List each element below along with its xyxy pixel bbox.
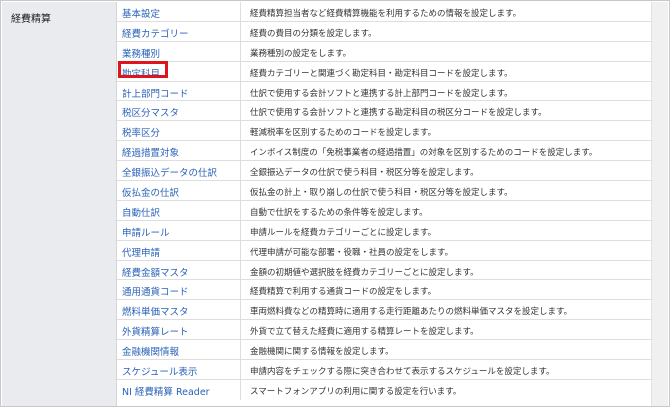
settings-frame: 経費精算 基本設定 経費精算担当者など経費精算機能を利用するための情報を設定しま… bbox=[0, 0, 670, 407]
settings-row: 計上部門コード 仕訳で使用する会計ソフトと連携する計上部門コードを設定します。 bbox=[117, 81, 651, 102]
settings-row: 業務種別 業務種別の設定をします。 bbox=[117, 41, 651, 62]
link-application-rules[interactable]: 申請ルール bbox=[122, 225, 170, 239]
settings-row: 経費カテゴリー 経費の費目の分類を設定します。 bbox=[117, 21, 651, 42]
link-auto-journal[interactable]: 自動仕訳 bbox=[122, 205, 160, 219]
row-description: 軽減税率を区別するためのコードを設定します。 bbox=[250, 128, 437, 139]
settings-row: 代理申請 代理申請が可能な部署・役職・社員の設定をします。 bbox=[117, 240, 651, 261]
row-description: 仮払金の計上・取り崩しの仕訳で使う科目・税区分等を設定します。 bbox=[250, 188, 513, 199]
row-description: 代理申請が可能な部署・役職・社員の設定をします。 bbox=[250, 247, 454, 258]
row-description: 経費カテゴリーと関連づく勘定科目・勘定科目コードを設定します。 bbox=[250, 68, 513, 79]
row-description: 外貨で立て替えた経費に適用する精算レートを設定します。 bbox=[250, 327, 479, 338]
scrollbar[interactable] bbox=[651, 2, 668, 406]
settings-row: 外貨精算レート 外貨で立て替えた経費に適用する精算レートを設定します。 bbox=[117, 320, 651, 341]
row-description: 自動で仕訳をするための条件等を設定します。 bbox=[250, 207, 428, 218]
row-description: 申請内容をチェックする際に突き合わせて表示するスケジュールを設定します。 bbox=[250, 367, 555, 378]
row-description: 申請ルールを経費カテゴリーごとに設定します。 bbox=[250, 227, 437, 238]
row-description: 仕訳で使用する会計ソフトと連携する計上部門コードを設定します。 bbox=[250, 88, 513, 99]
settings-row: 経過措置対象 インボイス制度の「免税事業者の経過措置」の対象を区別するためのコー… bbox=[117, 141, 651, 162]
category-cell: 経費精算 bbox=[2, 2, 117, 406]
settings-row: 基本設定 経費精算担当者など経費精算機能を利用するための情報を設定します。 bbox=[117, 2, 651, 22]
row-description: 経費の費目の分類を設定します。 bbox=[250, 28, 377, 39]
link-business-type[interactable]: 業務種別 bbox=[122, 46, 160, 60]
row-description: インボイス制度の「免税事業者の経過措置」の対象を区別するためのコードを設定します… bbox=[250, 148, 598, 159]
link-tax-category-master[interactable]: 税区分マスタ bbox=[122, 105, 179, 119]
link-expense-amount-master[interactable]: 経費金額マスタ bbox=[122, 265, 189, 279]
row-description: 経費精算担当者など経費精算機能を利用するための情報を設定します。 bbox=[250, 9, 522, 19]
link-proxy-application[interactable]: 代理申請 bbox=[122, 245, 160, 259]
link-schedule-display[interactable]: スケジュール表示 bbox=[122, 364, 197, 378]
link-financial-institution[interactable]: 金融機関情報 bbox=[122, 344, 179, 358]
link-tax-rate-category[interactable]: 税率区分 bbox=[122, 125, 160, 139]
row-description: 金融機関に関する情報を設定します。 bbox=[250, 347, 394, 358]
settings-list: 基本設定 経費精算担当者など経費精算機能を利用するための情報を設定します。 経費… bbox=[117, 2, 651, 400]
row-description: 仕訳で使用する会計ソフトと連携する勘定科目の税区分コードを設定します。 bbox=[250, 108, 547, 119]
settings-row: 通用通貨コード 経費精算で利用する通貨コードの設定をします。 bbox=[117, 280, 651, 301]
category-label: 経費精算 bbox=[11, 14, 51, 25]
settings-row: 申請ルール 申請ルールを経費カテゴリーごとに設定します。 bbox=[117, 220, 651, 241]
link-department-code[interactable]: 計上部門コード bbox=[122, 86, 189, 100]
link-transitional-measures[interactable]: 経過措置対象 bbox=[122, 145, 179, 159]
settings-row: 仮払金の仕訳 仮払金の計上・取り崩しの仕訳で使う科目・税区分等を設定します。 bbox=[117, 181, 651, 201]
settings-row: 全銀振込データの仕訳 全銀振込データの仕訳で使う科目・税区分等を設定します。 bbox=[117, 161, 651, 182]
row-description: 業務種別の設定をします。 bbox=[250, 48, 352, 59]
row-description: 経費精算で利用する通貨コードの設定をします。 bbox=[250, 287, 437, 298]
link-basic-settings[interactable]: 基本設定 bbox=[122, 6, 160, 20]
settings-row: 経費金額マスタ 金額の初期値や選択肢を経費カテゴリーごとに設定します。 bbox=[117, 260, 651, 281]
row-description: 金額の初期値や選択肢を経費カテゴリーごとに設定します。 bbox=[250, 267, 479, 278]
row-description: 車両燃料費などの精算時に適用する走行距離あたりの燃料単価マスタを設定します。 bbox=[250, 307, 573, 318]
settings-row: 税率区分 軽減税率を区別するためのコードを設定します。 bbox=[117, 121, 651, 142]
settings-row: 勘定科目 経費カテゴリーと関連づく勘定科目・勘定科目コードを設定します。 bbox=[117, 60, 651, 82]
link-fuel-unit-price-master[interactable]: 燃料単価マスタ bbox=[122, 304, 189, 318]
row-description: スマートフォンアプリの利用に関する設定を行います。 bbox=[250, 386, 462, 397]
link-bank-transfer-journal[interactable]: 全銀振込データの仕訳 bbox=[122, 165, 217, 179]
settings-row: 税区分マスタ 仕訳で使用する会計ソフトと連携する勘定科目の税区分コードを設定しま… bbox=[117, 101, 651, 122]
settings-row: NI 経費精算 Reader スマートフォンアプリの利用に関する設定を行います。 bbox=[117, 379, 651, 400]
link-expense-category[interactable]: 経費カテゴリー bbox=[122, 26, 189, 40]
link-advance-payment-journal[interactable]: 仮払金の仕訳 bbox=[122, 185, 179, 199]
settings-row: 金融機関情報 金融機関に関する情報を設定します。 bbox=[117, 340, 651, 361]
settings-row: 燃料単価マスタ 車両燃料費などの精算時に適用する走行距離あたりの燃料単価マスタを… bbox=[117, 300, 651, 321]
row-description: 全銀振込データの仕訳で使う科目・税区分等を設定します。 bbox=[250, 168, 479, 179]
settings-row: スケジュール表示 申請内容をチェックする際に突き合わせて表示するスケジュールを設… bbox=[117, 360, 651, 380]
link-account-title[interactable]: 勘定科目 bbox=[122, 66, 160, 80]
link-reader-app[interactable]: NI 経費精算 Reader bbox=[122, 384, 210, 398]
settings-row: 自動仕訳 自動で仕訳をするための条件等を設定します。 bbox=[117, 200, 651, 221]
link-currency-code[interactable]: 通用通貨コード bbox=[122, 284, 189, 298]
link-foreign-exchange-rate[interactable]: 外貨精算レート bbox=[122, 324, 189, 338]
